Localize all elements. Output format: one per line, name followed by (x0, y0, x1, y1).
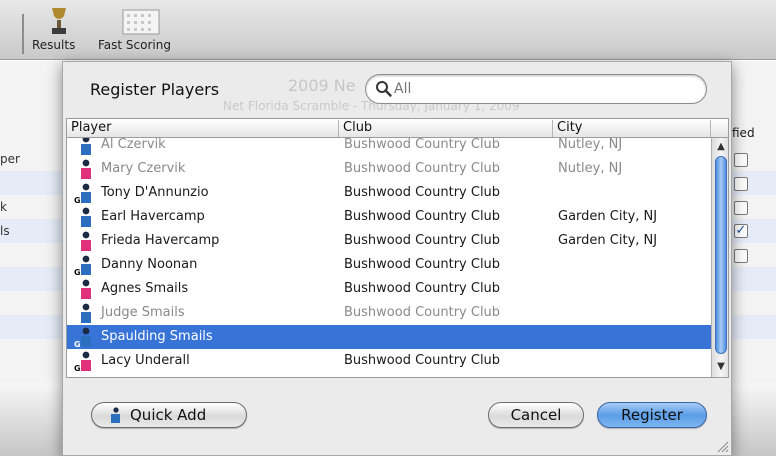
register-players-dialog: 2009 Ne Net Florida Scramble - Thursday,… (62, 61, 732, 456)
scrollbar-thumb[interactable] (715, 156, 727, 354)
main-toolbar: Results Fast Scoring (0, 0, 776, 60)
male-player-icon: G (74, 255, 91, 276)
player-name: Mary Czervik (101, 161, 186, 176)
toolbar-results-label: Results (32, 38, 76, 52)
toolbar-fast-scoring-button[interactable]: Fast Scoring (97, 0, 187, 60)
toolbar-fast-scoring-label: Fast Scoring (98, 38, 171, 52)
background-checkbox[interactable] (734, 153, 748, 167)
table-header: Player Club City (67, 119, 728, 138)
player-club: Bushwood Country Club (344, 161, 501, 176)
player-name: Lacy Underall (101, 353, 190, 368)
player-club: Bushwood Country Club (344, 138, 501, 152)
background-column-header: fied (732, 126, 755, 140)
player-name: Tony D'Annunzio (101, 185, 209, 200)
player-row[interactable]: G Spaulding Smails (67, 325, 711, 349)
cancel-button[interactable]: Cancel (488, 402, 584, 428)
male-player-icon: G (74, 327, 91, 348)
trophy-icon (52, 8, 66, 34)
player-row[interactable]: G Lacy Underall Bushwood Country Club (67, 349, 711, 373)
player-row[interactable]: Earl Havercamp Bushwood Country Club Garde… (67, 205, 711, 229)
player-row[interactable]: Judge Smails Bushwood Country Club (67, 301, 711, 325)
player-row[interactable]: Mary Czervik Bushwood Country Club Nutley,… (67, 157, 711, 181)
column-header-city[interactable]: City (553, 120, 711, 137)
player-city: Nutley, NJ (558, 138, 623, 152)
female-player-icon: G (74, 351, 91, 372)
female-player-icon (81, 231, 91, 251)
player-city: Garden City, NJ (558, 233, 658, 248)
svg-text:G: G (74, 196, 81, 204)
search-input[interactable] (394, 79, 694, 99)
player-name: Judge Smails (101, 305, 185, 320)
search-icon[interactable] (375, 80, 393, 98)
background-checkbox[interactable] (734, 249, 748, 263)
player-city: Nutley, NJ (558, 161, 623, 176)
svg-text:G: G (74, 364, 81, 372)
svg-text:G: G (74, 340, 81, 348)
player-row[interactable]: Al Czervik Bushwood Country Club Nutley, N… (67, 138, 711, 157)
search-field[interactable] (365, 74, 707, 104)
player-row[interactable]: Agnes Smails Bushwood Country Club (67, 277, 711, 301)
player-row[interactable]: G Tony D'Annunzio Bushwood Country Club (67, 181, 711, 205)
scorecard-icon (122, 9, 160, 35)
background-event-title: 2009 Ne (288, 76, 356, 95)
background-row-fragment: ls (0, 224, 10, 238)
player-row[interactable]: Frieda Havercamp Bushwood Country Club Gar… (67, 229, 711, 253)
svg-text:G: G (74, 268, 81, 276)
player-club: Bushwood Country Club (344, 209, 501, 224)
male-player-icon (81, 138, 91, 155)
male-player-icon (81, 303, 91, 323)
column-header-player[interactable]: Player (67, 120, 339, 137)
background-row-fragment: k (0, 200, 7, 214)
background-checkbox-checked[interactable]: ✓ (734, 224, 748, 238)
player-row[interactable]: G Danny Noonan Bushwood Country Club (67, 253, 711, 277)
male-player-icon: G (74, 183, 91, 204)
female-player-icon (81, 279, 91, 299)
dialog-title: Register Players (90, 80, 220, 99)
player-club: Bushwood Country Club (344, 257, 501, 272)
players-list: Al Czervik Bushwood Country Club Nutley, N… (67, 138, 711, 377)
player-city: Garden City, NJ (558, 209, 658, 224)
background-checkbox[interactable] (734, 177, 748, 191)
player-icon (111, 407, 120, 423)
quick-add-button[interactable]: Quick Add (91, 402, 247, 428)
player-club: Bushwood Country Club (344, 353, 501, 368)
column-header-club[interactable]: Club (339, 120, 553, 137)
vertical-scrollbar[interactable]: ▲ ▼ (711, 138, 728, 377)
female-player-icon (81, 159, 91, 179)
player-name: Danny Noonan (101, 257, 198, 272)
player-club: Bushwood Country Club (344, 281, 501, 296)
players-table: Player Club City Al Czervik Bushwood Coun… (66, 118, 729, 378)
resize-grip-icon[interactable] (715, 439, 729, 453)
player-club: Bushwood Country Club (344, 233, 501, 248)
register-button[interactable]: Register (597, 402, 707, 428)
toolbar-results-button[interactable]: Results (30, 0, 86, 60)
player-name: Al Czervik (101, 138, 166, 152)
background-row-fragment: per (0, 152, 20, 166)
player-name: Frieda Havercamp (101, 233, 220, 248)
background-checkbox[interactable] (734, 201, 748, 215)
player-club: Bushwood Country Club (344, 185, 501, 200)
male-player-icon (81, 207, 91, 227)
player-name: Spaulding Smails (101, 329, 213, 344)
quick-add-label: Quick Add (130, 406, 207, 424)
scroll-up-arrow-icon[interactable]: ▲ (712, 140, 728, 154)
player-name: Agnes Smails (101, 281, 189, 296)
toolbar-separator (22, 14, 24, 54)
player-club: Bushwood Country Club (344, 305, 501, 320)
player-name: Earl Havercamp (101, 209, 205, 224)
scroll-down-arrow-icon[interactable]: ▼ (712, 360, 728, 374)
